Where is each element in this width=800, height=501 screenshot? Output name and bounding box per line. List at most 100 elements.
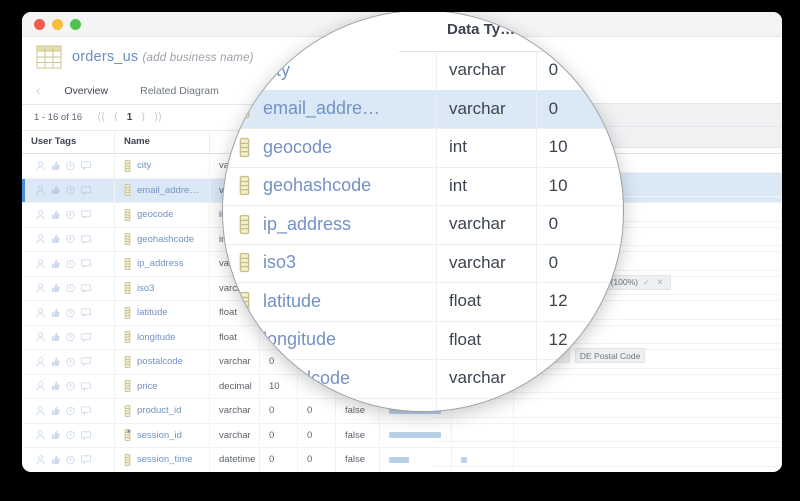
cell-name[interactable]: iso3 <box>115 276 210 300</box>
thumbs-up-icon[interactable] <box>51 308 60 318</box>
col-header-user-tags[interactable]: User Tags <box>22 131 115 153</box>
user-icon[interactable] <box>36 332 45 342</box>
comment-icon[interactable] <box>81 406 91 416</box>
comment-icon[interactable] <box>81 382 91 391</box>
tab-related-diagram[interactable]: Related Diagram <box>124 78 235 104</box>
thumbs-up-icon[interactable] <box>51 161 60 171</box>
user-tag-icons[interactable] <box>31 258 91 269</box>
magnified-name-cell[interactable]: geohashcode <box>223 166 437 205</box>
info-icon[interactable] <box>66 406 75 416</box>
magnified-name-cell[interactable]: longitude <box>223 320 437 359</box>
magnified-name-cell[interactable]: iso3 <box>223 243 437 282</box>
cell-name[interactable]: ip_address <box>115 252 210 276</box>
user-icon[interactable] <box>36 454 45 465</box>
user-tag-icons[interactable] <box>31 283 91 293</box>
comment-icon[interactable] <box>81 210 91 220</box>
minimize-window-icon[interactable] <box>52 19 63 30</box>
cell-name[interactable]: longitude <box>115 325 210 349</box>
info-icon[interactable] <box>66 259 75 269</box>
close-window-icon[interactable] <box>34 19 45 30</box>
comment-icon[interactable] <box>81 161 91 171</box>
cell-user-tags[interactable] <box>22 374 115 398</box>
magnified-row[interactable]: geohashcode int 10 <box>223 166 623 206</box>
thumbs-up-icon[interactable] <box>51 381 60 391</box>
cell-name[interactable]: city <box>115 154 210 178</box>
details-row[interactable] <box>434 418 782 442</box>
user-tag-icons[interactable] <box>31 185 91 195</box>
info-icon[interactable] <box>66 308 75 318</box>
thumbs-up-icon[interactable] <box>51 185 60 195</box>
thumbs-up-icon[interactable] <box>51 455 60 465</box>
cell-user-tags[interactable] <box>22 276 115 300</box>
tab-overview[interactable]: Overview <box>48 78 124 104</box>
user-tag-icons[interactable] <box>31 234 91 244</box>
magnified-name-cell[interactable]: city <box>223 51 437 90</box>
info-icon[interactable] <box>66 357 75 367</box>
magnified-row[interactable]: decimal <box>223 397 623 411</box>
next-page-button[interactable]: ⟩ <box>141 112 145 123</box>
magnified-name-cell[interactable]: latitude <box>223 282 437 321</box>
user-icon[interactable] <box>36 283 45 293</box>
user-icon[interactable] <box>36 430 45 440</box>
user-tag-icons[interactable] <box>31 209 91 220</box>
cell-user-tags[interactable] <box>22 325 115 349</box>
user-icon[interactable] <box>36 307 45 318</box>
thumbs-up-icon[interactable] <box>51 357 60 367</box>
cell-name[interactable]: postalcode <box>115 350 210 374</box>
magnified-row[interactable]: geocode int 10 <box>223 128 623 168</box>
cell-user-tags[interactable] <box>22 227 115 251</box>
user-icon[interactable] <box>36 258 45 269</box>
cell-user-tags[interactable] <box>22 350 115 374</box>
info-icon[interactable] <box>66 161 75 171</box>
user-tag-icons[interactable] <box>31 454 91 465</box>
tabs-scroll-left-icon[interactable]: ‹ <box>28 83 48 98</box>
first-page-button[interactable]: ⟨⟨ <box>97 112 105 123</box>
cell-name[interactable]: session_time <box>115 448 210 472</box>
cell-name[interactable]: latitude <box>115 301 210 325</box>
comment-icon[interactable] <box>81 455 91 465</box>
comment-icon[interactable] <box>81 235 91 244</box>
cell-user-tags[interactable] <box>22 399 115 423</box>
magnified-row[interactable]: postalcode varchar 0 <box>223 359 623 399</box>
info-icon[interactable] <box>66 234 75 244</box>
thumbs-up-icon[interactable] <box>51 283 60 293</box>
user-tag-icons[interactable] <box>31 405 91 416</box>
info-icon[interactable] <box>66 455 75 465</box>
cell-user-tags[interactable] <box>22 301 115 325</box>
magnified-name-cell[interactable]: email_addre… <box>223 89 437 128</box>
cell-name[interactable]: price <box>115 374 210 398</box>
cell-user-tags[interactable] <box>22 154 115 178</box>
thumbs-up-icon[interactable] <box>51 259 60 269</box>
last-page-button[interactable]: ⟩⟩ <box>154 112 162 123</box>
current-page[interactable]: 1 <box>127 112 133 123</box>
thumbs-up-icon[interactable] <box>51 210 60 220</box>
user-tag-icons[interactable] <box>31 430 91 440</box>
thumbs-up-icon[interactable] <box>51 406 60 416</box>
cell-name[interactable]: geocode <box>115 203 210 227</box>
chip-actions[interactable]: ✓ ✕ <box>643 277 666 288</box>
magnified-row[interactable]: ip_address varchar 0 <box>223 205 623 245</box>
thumbs-up-icon[interactable] <box>51 234 60 244</box>
user-tag-icons[interactable] <box>31 307 91 318</box>
user-icon[interactable] <box>36 160 45 171</box>
info-icon[interactable] <box>66 283 75 293</box>
cell-user-tags[interactable] <box>22 423 115 447</box>
info-icon[interactable] <box>66 210 75 220</box>
info-icon[interactable] <box>66 381 75 391</box>
cell-user-tags[interactable] <box>22 448 115 472</box>
cell-user-tags[interactable] <box>22 178 115 202</box>
user-icon[interactable] <box>36 381 45 391</box>
magnified-row[interactable]: email_addre… varchar 0 <box>223 89 623 129</box>
comment-icon[interactable] <box>81 284 91 293</box>
thumbs-up-icon[interactable] <box>51 332 60 342</box>
user-icon[interactable] <box>36 405 45 416</box>
details-row[interactable] <box>434 442 782 467</box>
cell-user-tags[interactable] <box>22 203 115 227</box>
magnified-row[interactable]: city varchar 0 <box>223 51 623 91</box>
user-tag-icons[interactable] <box>31 356 91 367</box>
user-icon[interactable] <box>36 234 45 244</box>
info-icon[interactable] <box>66 430 75 440</box>
comment-icon[interactable] <box>81 186 91 195</box>
cell-user-tags[interactable] <box>22 252 115 276</box>
user-tag-icons[interactable] <box>31 332 91 342</box>
